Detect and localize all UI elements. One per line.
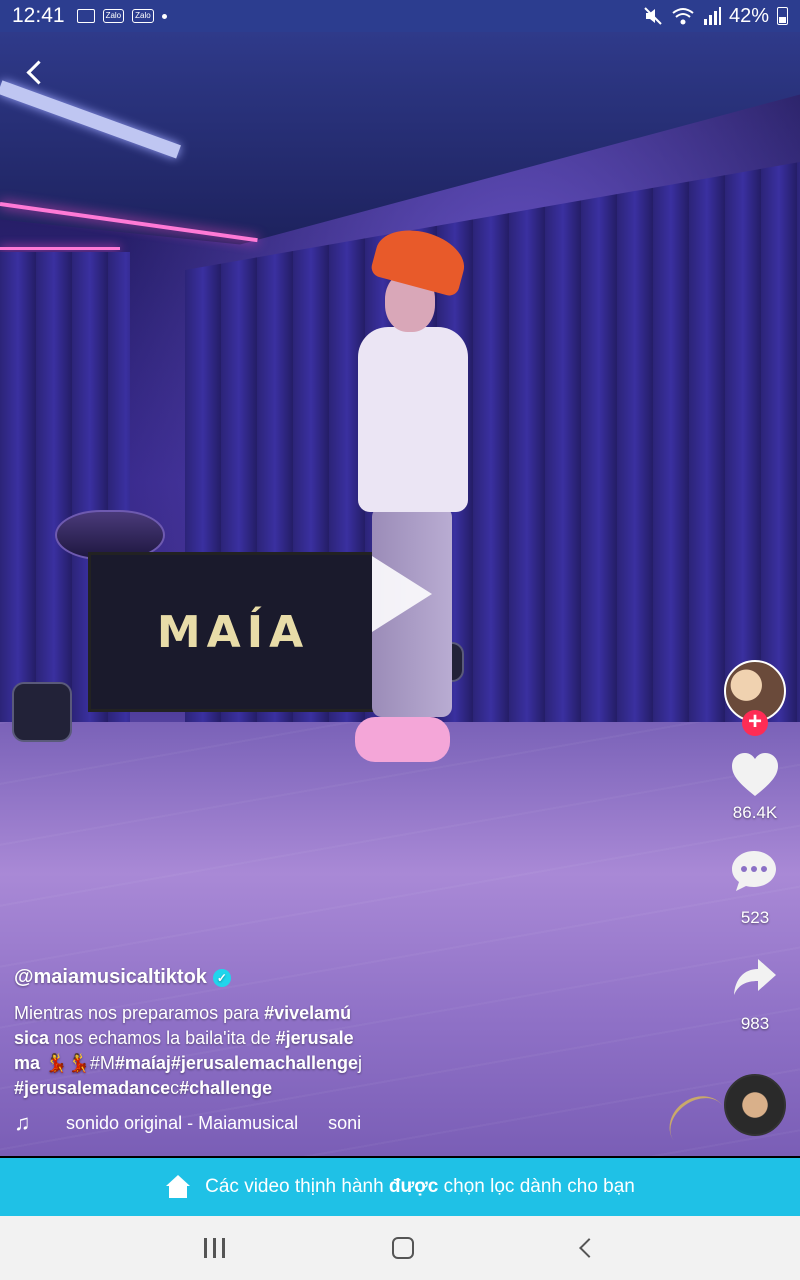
- system-icons: 42%: [643, 5, 788, 28]
- sound-label[interactable]: sonido original - Maiamusical: [66, 1113, 298, 1134]
- hashtag-link[interactable]: #challenge: [179, 1078, 272, 1098]
- status-bar: 12:41 Zalo Zalo 42%: [0, 0, 800, 32]
- music-note-icon: ♫: [14, 1110, 31, 1135]
- recent-apps-icon[interactable]: [203, 1238, 225, 1258]
- notification-icons: Zalo Zalo: [76, 9, 167, 23]
- creator-username[interactable]: @maiamusicaltiktok: [14, 966, 207, 989]
- performer-shirt: [358, 327, 468, 512]
- caption-text-segment: Mientras nos preparamos para: [14, 1003, 265, 1023]
- verified-badge-icon: ✓: [212, 968, 231, 987]
- zalo-notification-icon: Zalo: [102, 9, 125, 23]
- stage-sign-text: MAÍA: [156, 606, 310, 658]
- hashtag-link[interactable]: #vivelamú: [264, 1003, 351, 1023]
- hashtag-link[interactable]: #maíaj: [115, 1053, 171, 1073]
- home-icon: [165, 1175, 191, 1199]
- stage-sign: MAÍA: [88, 552, 378, 712]
- more-notifications-icon: [161, 13, 167, 19]
- music-disc[interactable]: [724, 1074, 786, 1136]
- sound-label-scroll: soni: [328, 1112, 362, 1133]
- video-caption: @maiamusicaltiktok ✓ Mientras nos prepar…: [14, 966, 394, 1101]
- performer-hat: [369, 221, 471, 298]
- stage-spotlight: [12, 682, 72, 742]
- battery-percent: 42%: [728, 4, 769, 27]
- performer-shoes: [355, 717, 450, 762]
- like-count: 86.4K: [732, 803, 778, 822]
- performer: [340, 221, 480, 772]
- hashtag-link[interactable]: #jerusalemadance: [14, 1078, 170, 1098]
- caption-emoji: 💃💃: [45, 1053, 90, 1073]
- hashtag-link[interactable]: #jerusalemachallenge: [171, 1053, 358, 1073]
- zalo-notification-icon: Zalo: [132, 9, 154, 23]
- comment-icon[interactable]: [730, 847, 778, 895]
- neon-strip: [0, 247, 120, 250]
- heart-icon[interactable]: [730, 752, 780, 798]
- hashtag-link[interactable]: #jerusale: [276, 1028, 354, 1048]
- system-nav-bar: [0, 1216, 800, 1280]
- creator-username-row[interactable]: @maiamusicaltiktok ✓: [14, 966, 394, 989]
- banner-text: Các video thịnh hành được chọn lọc dành …: [205, 1176, 635, 1198]
- play-icon[interactable]: [372, 556, 432, 632]
- share-icon[interactable]: [732, 957, 778, 997]
- banner-text-bold: được: [388, 1176, 439, 1197]
- wifi-icon: [672, 8, 694, 25]
- share-count: 983: [740, 1014, 770, 1033]
- hashtag-link[interactable]: sica: [14, 1028, 49, 1048]
- caption-text: Mientras nos preparamos para #vivelamú s…: [14, 1001, 394, 1101]
- hashtag-link[interactable]: ma: [14, 1053, 40, 1073]
- chevron-left-icon[interactable]: [18, 54, 54, 90]
- caption-text-segment: #M: [89, 1053, 115, 1073]
- follow-plus-icon[interactable]: +: [742, 710, 768, 736]
- banner-text-segment: chọn lọc dành cho bạn: [438, 1176, 635, 1197]
- caption-text-segment: j: [358, 1053, 363, 1073]
- video-player[interactable]: MAÍA + 86.4K 523 983 @maiamusicaltiktok …: [0, 32, 800, 1156]
- caption-text-segment: c: [170, 1078, 180, 1098]
- gallery-notification-icon: [76, 9, 95, 23]
- mute-icon: [644, 7, 662, 25]
- status-time: 12:41: [12, 4, 65, 27]
- banner-text-segment: Các video thịnh hành: [205, 1176, 389, 1197]
- back-button-icon[interactable]: [579, 1238, 600, 1258]
- music-ticker[interactable]: ♫ sonido original - Maiamusical soni: [14, 1110, 361, 1136]
- signal-icon: [703, 7, 721, 25]
- trending-banner[interactable]: Các video thịnh hành được chọn lọc dành …: [0, 1158, 800, 1216]
- battery-icon: [777, 7, 788, 25]
- caption-text-segment: nos echamos la baila'ita de: [49, 1028, 276, 1048]
- comment-count: 523: [740, 908, 770, 927]
- home-button-icon[interactable]: [392, 1237, 415, 1259]
